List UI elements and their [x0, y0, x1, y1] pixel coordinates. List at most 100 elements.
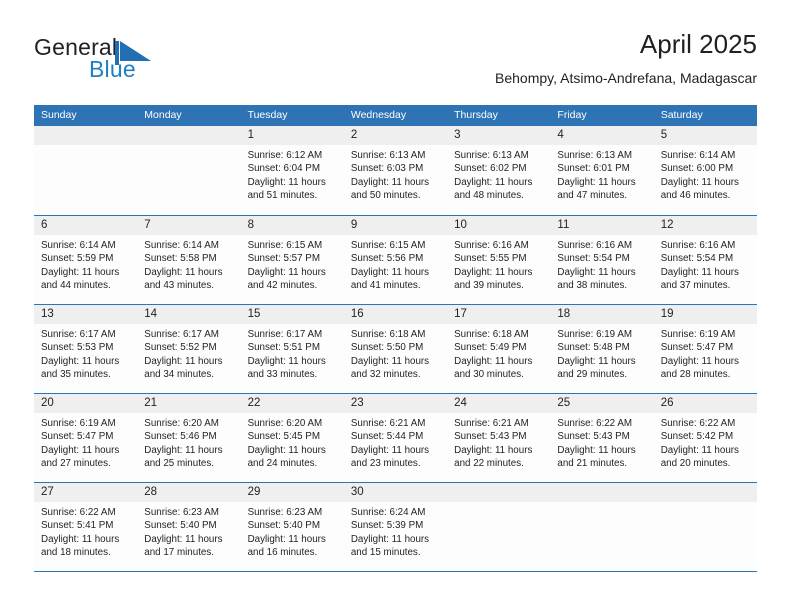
day-number: 4	[550, 126, 654, 145]
sunset-time: Sunset: 5:41 PM	[41, 520, 114, 532]
calendar-day-cell[interactable]: 25 Sunrise: 6:22 AM Sunset: 5:43 PM Dayligh…	[550, 394, 654, 482]
day-number	[653, 483, 757, 502]
day-sun-info: Sunrise: 6:15 AM Sunset: 5:57 PM Daylight:…	[241, 235, 344, 293]
sunrise-time: Sunrise: 6:14 AM	[144, 240, 219, 251]
calendar-day-cell[interactable]: 15 Sunrise: 6:17 AM Sunset: 5:51 PM Dayligh…	[240, 305, 344, 393]
calendar-week-row: 1 Sunrise: 6:12 AM Sunset: 6:04 PM Daylight…	[34, 126, 757, 215]
sunrise-time: Sunrise: 6:13 AM	[454, 150, 529, 161]
calendar-day-cell[interactable]: 18 Sunrise: 6:19 AM Sunset: 5:48 PM Dayligh…	[550, 305, 654, 393]
daylight-duration-line-1: Daylight: 11 hours	[247, 176, 326, 188]
sunset-time: Sunset: 6:04 PM	[247, 163, 320, 175]
daylight-duration-line-1: Daylight: 11 hours	[247, 266, 326, 278]
daylight-duration-line-2: and 47 minutes.	[557, 190, 628, 202]
sunset-time: Sunset: 5:39 PM	[350, 520, 424, 532]
day-number: 7	[137, 216, 241, 235]
daylight-duration-line-1: Daylight: 11 hours	[41, 266, 120, 278]
day-number: 30	[343, 483, 448, 502]
day-sun-info: Sunrise: 6:18 AM Sunset: 5:49 PM Daylight:…	[447, 324, 550, 382]
calendar-day-cell[interactable]: 8 Sunrise: 6:15 AM Sunset: 5:57 PM Daylight…	[240, 216, 344, 304]
calendar-day-cell[interactable]: 29 Sunrise: 6:23 AM Sunset: 5:40 PM Dayligh…	[240, 483, 344, 571]
sunset-time: Sunset: 6:01 PM	[557, 163, 630, 175]
daylight-duration-line-2: and 38 minutes.	[557, 280, 628, 292]
daylight-duration-line-2: and 39 minutes.	[454, 280, 524, 292]
sunrise-time: Sunrise: 6:22 AM	[557, 418, 633, 429]
daylight-duration-line-1: Daylight: 11 hours	[144, 444, 223, 456]
sunrise-time: Sunrise: 6:18 AM	[350, 329, 426, 340]
day-sun-info: Sunrise: 6:13 AM Sunset: 6:03 PM Daylight:…	[344, 145, 447, 203]
day-sun-info: Sunrise: 6:20 AM Sunset: 5:46 PM Daylight:…	[137, 413, 240, 471]
sunrise-time: Sunrise: 6:23 AM	[144, 507, 219, 518]
calendar-day-cell[interactable]: 20 Sunrise: 6:19 AM Sunset: 5:47 PM Dayligh…	[34, 394, 138, 482]
sunrise-time: Sunrise: 6:20 AM	[144, 418, 219, 429]
sunrise-time: Sunrise: 6:16 AM	[660, 240, 736, 251]
weekday-header-monday: Monday	[144, 109, 182, 121]
day-sun-info: Sunrise: 6:22 AM Sunset: 5:43 PM Daylight:…	[550, 413, 653, 471]
calendar-day-cell[interactable]: 16 Sunrise: 6:18 AM Sunset: 5:50 PM Dayligh…	[343, 305, 448, 393]
calendar-day-cell[interactable]: 13 Sunrise: 6:17 AM Sunset: 5:53 PM Dayligh…	[34, 305, 138, 393]
day-sun-info: Sunrise: 6:13 AM Sunset: 6:01 PM Daylight:…	[550, 145, 653, 203]
calendar-day-cell-empty	[653, 483, 757, 571]
sunrise-time: Sunrise: 6:13 AM	[557, 150, 633, 161]
calendar-day-cell-empty	[550, 483, 654, 571]
daylight-duration-line-2: and 20 minutes.	[660, 458, 731, 470]
daylight-duration-line-1: Daylight: 11 hours	[454, 176, 533, 188]
calendar-day-cell[interactable]: 30 Sunrise: 6:24 AM Sunset: 5:39 PM Dayligh…	[343, 483, 448, 571]
calendar-day-cell[interactable]: 28 Sunrise: 6:23 AM Sunset: 5:40 PM Dayligh…	[137, 483, 241, 571]
daylight-duration-line-1: Daylight: 11 hours	[144, 266, 223, 278]
day-number: 22	[240, 394, 344, 413]
daylight-duration-line-2: and 16 minutes.	[247, 547, 318, 559]
page-header: General Blue April 2025 Behompy, Atsimo-…	[0, 0, 792, 100]
calendar-day-cell[interactable]: 26 Sunrise: 6:22 AM Sunset: 5:42 PM Dayligh…	[653, 394, 757, 482]
day-number: 5	[653, 126, 757, 145]
calendar-week-row: 27 Sunrise: 6:22 AM Sunset: 5:41 PM Dayligh…	[34, 482, 757, 572]
calendar-day-cell[interactable]: 7 Sunrise: 6:14 AM Sunset: 5:58 PM Daylight…	[137, 216, 241, 304]
sunrise-time: Sunrise: 6:21 AM	[350, 418, 426, 429]
day-sun-info: Sunrise: 6:21 AM Sunset: 5:43 PM Daylight:…	[447, 413, 550, 471]
day-number	[550, 483, 654, 502]
sunrise-time: Sunrise: 6:13 AM	[350, 150, 426, 161]
calendar-day-cell[interactable]: 14 Sunrise: 6:17 AM Sunset: 5:52 PM Dayligh…	[137, 305, 241, 393]
calendar-day-cell[interactable]: 9 Sunrise: 6:15 AM Sunset: 5:56 PM Daylight…	[343, 216, 448, 304]
calendar-day-cell[interactable]: 24 Sunrise: 6:21 AM Sunset: 5:43 PM Dayligh…	[447, 394, 551, 482]
daylight-duration-line-2: and 50 minutes.	[350, 190, 421, 202]
general-blue-logo[interactable]: General Blue	[34, 34, 224, 86]
sunset-time: Sunset: 5:40 PM	[247, 520, 320, 532]
daylight-duration-line-1: Daylight: 11 hours	[454, 444, 533, 456]
calendar-day-cell-empty	[34, 126, 138, 215]
calendar-day-cell[interactable]: 6 Sunrise: 6:14 AM Sunset: 5:59 PM Daylight…	[34, 216, 138, 304]
calendar-day-cell[interactable]: 3 Sunrise: 6:13 AM Sunset: 6:02 PM Daylight…	[447, 126, 551, 215]
day-sun-info: Sunrise: 6:21 AM Sunset: 5:44 PM Daylight:…	[344, 413, 447, 471]
calendar-day-cell[interactable]: 23 Sunrise: 6:21 AM Sunset: 5:44 PM Dayligh…	[343, 394, 448, 482]
sunset-time: Sunset: 5:47 PM	[660, 342, 734, 354]
sunset-time: Sunset: 5:53 PM	[41, 342, 114, 354]
calendar-day-cell[interactable]: 10 Sunrise: 6:16 AM Sunset: 5:55 PM Dayligh…	[447, 216, 551, 304]
calendar-day-cell[interactable]: 12 Sunrise: 6:16 AM Sunset: 5:54 PM Dayligh…	[653, 216, 757, 304]
sunset-time: Sunset: 5:58 PM	[144, 253, 217, 265]
calendar-day-cell[interactable]: 5 Sunrise: 6:14 AM Sunset: 6:00 PM Daylight…	[653, 126, 757, 215]
calendar-week-row: 20 Sunrise: 6:19 AM Sunset: 5:47 PM Dayligh…	[34, 393, 757, 482]
calendar-day-cell[interactable]: 21 Sunrise: 6:20 AM Sunset: 5:46 PM Dayligh…	[137, 394, 241, 482]
daylight-duration-line-1: Daylight: 11 hours	[350, 266, 430, 278]
daylight-duration-line-2: and 28 minutes.	[660, 369, 731, 381]
day-number: 28	[137, 483, 241, 502]
calendar-day-cell[interactable]: 2 Sunrise: 6:13 AM Sunset: 6:03 PM Daylight…	[343, 126, 448, 215]
daylight-duration-line-2: and 35 minutes.	[41, 369, 111, 381]
calendar-day-cell[interactable]: 19 Sunrise: 6:19 AM Sunset: 5:47 PM Dayligh…	[653, 305, 757, 393]
calendar-day-cell[interactable]: 4 Sunrise: 6:13 AM Sunset: 6:01 PM Daylight…	[550, 126, 654, 215]
daylight-duration-line-1: Daylight: 11 hours	[660, 176, 739, 188]
daylight-duration-line-1: Daylight: 11 hours	[660, 444, 739, 456]
calendar-day-cell[interactable]: 22 Sunrise: 6:20 AM Sunset: 5:45 PM Dayligh…	[240, 394, 344, 482]
day-number: 16	[343, 305, 448, 324]
sunrise-time: Sunrise: 6:19 AM	[660, 329, 736, 340]
calendar-day-cell[interactable]: 27 Sunrise: 6:22 AM Sunset: 5:41 PM Dayligh…	[34, 483, 138, 571]
daylight-duration-line-1: Daylight: 11 hours	[660, 355, 739, 367]
calendar-grid: Sunday Monday Tuesday Wednesday Thursday…	[34, 105, 757, 572]
sunset-time: Sunset: 5:57 PM	[247, 253, 320, 265]
calendar-day-cell[interactable]: 1 Sunrise: 6:12 AM Sunset: 6:04 PM Daylight…	[240, 126, 344, 215]
calendar-day-cell[interactable]: 11 Sunrise: 6:16 AM Sunset: 5:54 PM Dayligh…	[550, 216, 654, 304]
sunset-time: Sunset: 5:52 PM	[144, 342, 217, 354]
sunrise-time: Sunrise: 6:17 AM	[247, 329, 323, 340]
daylight-duration-line-1: Daylight: 11 hours	[41, 444, 120, 456]
sunset-time: Sunset: 5:44 PM	[350, 431, 424, 443]
calendar-day-cell[interactable]: 17 Sunrise: 6:18 AM Sunset: 5:49 PM Dayligh…	[447, 305, 551, 393]
